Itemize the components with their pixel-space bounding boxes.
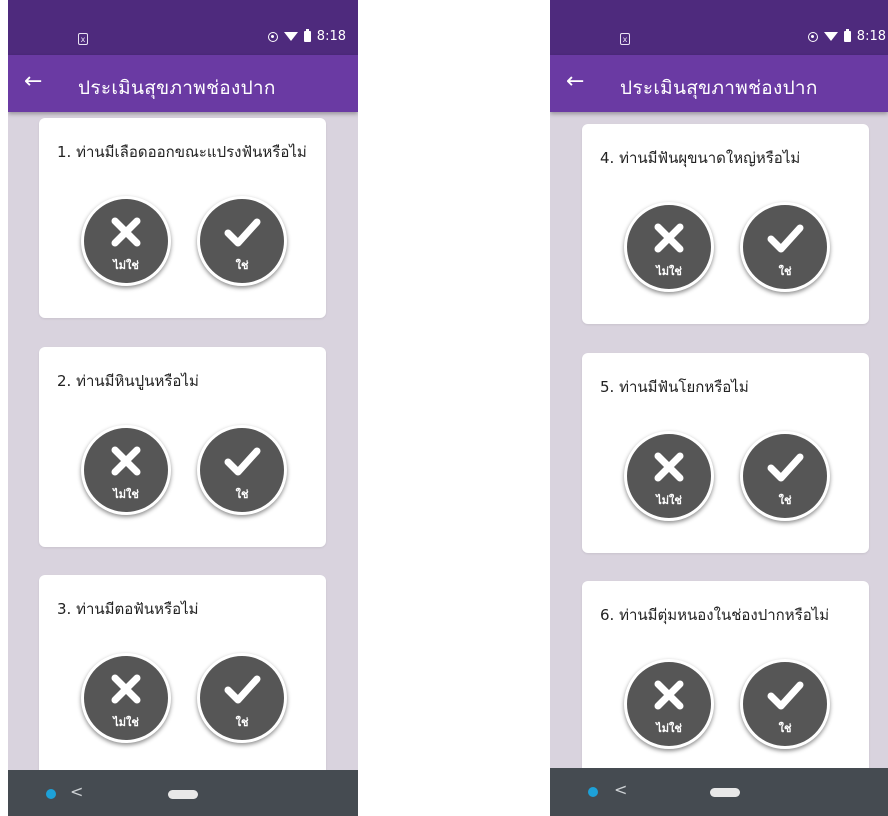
system-icons: 8:18 (807, 29, 886, 44)
yes-button[interactable]: ใช่ (740, 431, 830, 521)
check-icon (767, 681, 804, 710)
navigation-bar: < (8, 770, 358, 816)
question-text: 5. ท่านมีฟันโยกหรือไม่ (600, 378, 749, 396)
battery-icon (843, 29, 851, 42)
check-icon (767, 224, 804, 253)
no-label: ไม่ใช่ (113, 488, 139, 501)
yes-button[interactable]: ใช่ (740, 659, 830, 749)
navigation-bar: < (550, 768, 888, 816)
question-text: 2. ท่านมีหินปูนหรือไม่ (57, 372, 199, 390)
no-label: ไม่ใช่ (113, 259, 139, 272)
back-chevron-icon[interactable]: < (70, 782, 83, 801)
no-button[interactable]: ไม่ใช่ (624, 659, 714, 749)
no-label: ไม่ใช่ (656, 494, 682, 507)
check-icon (224, 675, 261, 704)
arrow-left-icon[interactable]: ← (24, 70, 42, 94)
status-time: 8:18 (316, 29, 346, 44)
back-chevron-icon[interactable]: < (614, 780, 627, 799)
no-label: ไม่ใช่ (656, 722, 682, 735)
page-title: ประเมินสุขภาพช่องปาก (78, 77, 276, 99)
yes-label: ใช่ (778, 494, 792, 507)
yes-label: ใช่ (235, 259, 249, 272)
notification-icon: x (620, 33, 630, 45)
system-icons: 8:18 (267, 29, 346, 44)
no-button[interactable]: ไม่ใช่ (81, 653, 171, 743)
question-card: 5. ท่านมีฟันโยกหรือไม่ ไม่ใช่ ใช่ (582, 353, 869, 553)
right-phone-screen: x 8:18 ← ประเมินสุขภาพช่องปาก 4. ท่านมีฟ… (550, 0, 888, 816)
x-icon (111, 217, 141, 247)
no-button[interactable]: ไม่ใช่ (624, 202, 714, 292)
check-icon (767, 453, 804, 482)
yes-button[interactable]: ใช่ (197, 653, 287, 743)
app-bar: ← ประเมินสุขภาพช่องปาก (8, 55, 358, 112)
yes-button[interactable]: ใช่ (197, 196, 287, 286)
notification-icon: x (78, 33, 88, 45)
yes-label: ใช่ (235, 488, 249, 501)
question-text: 3. ท่านมีตอฟันหรือไม่ (57, 600, 199, 618)
status-bar: x 8:18 (8, 0, 358, 55)
check-icon (224, 447, 261, 476)
yes-button[interactable]: ใช่ (197, 425, 287, 515)
yes-button[interactable]: ใช่ (740, 202, 830, 292)
question-card: 1. ท่านมีเลือดออกขณะแปรงฟันหรือไม่ ไม่ใช… (39, 118, 326, 318)
x-icon (111, 446, 141, 476)
question-card: 4. ท่านมีฟันผุขนาดใหญ่หรือไม่ ไม่ใช่ ใช่ (582, 124, 869, 324)
page-title: ประเมินสุขภาพช่องปาก (620, 77, 818, 99)
home-button[interactable] (168, 790, 198, 799)
status-bar: x 8:18 (550, 0, 888, 55)
no-button[interactable]: ไม่ใช่ (624, 431, 714, 521)
x-icon (111, 674, 141, 704)
no-label: ไม่ใช่ (656, 265, 682, 278)
check-icon (224, 218, 261, 247)
battery-icon (303, 29, 311, 42)
vibrate-icon (807, 31, 818, 42)
question-text: 6. ท่านมีตุ่มหนองในช่องปากหรือไม่ (600, 606, 830, 624)
left-phone-screen: x 8:18 ← ประเมินสุขภาพช่องปาก 1. ท่านมีเ… (8, 0, 358, 816)
x-icon (654, 452, 684, 482)
wifi-icon (823, 32, 838, 41)
home-button[interactable] (710, 788, 740, 797)
yes-label: ใช่ (778, 265, 792, 278)
vibrate-icon (267, 31, 278, 42)
no-label: ไม่ใช่ (113, 716, 139, 729)
x-icon (654, 223, 684, 253)
yes-label: ใช่ (778, 722, 792, 735)
yes-label: ใช่ (235, 716, 249, 729)
wifi-icon (283, 32, 298, 41)
app-bar: ← ประเมินสุขภาพช่องปาก (550, 55, 888, 112)
arrow-left-icon[interactable]: ← (566, 70, 584, 94)
question-card: 2. ท่านมีหินปูนหรือไม่ ไม่ใช่ ใช่ (39, 347, 326, 547)
question-text: 1. ท่านมีเลือดออกขณะแปรงฟันหรือไม่ (57, 143, 307, 161)
status-time: 8:18 (856, 29, 886, 44)
question-text: 4. ท่านมีฟันผุขนาดใหญ่หรือไม่ (600, 149, 801, 167)
no-button[interactable]: ไม่ใช่ (81, 425, 171, 515)
x-icon (654, 680, 684, 710)
notification-dot (588, 787, 598, 797)
notification-dot (46, 789, 56, 799)
no-button[interactable]: ไม่ใช่ (81, 196, 171, 286)
